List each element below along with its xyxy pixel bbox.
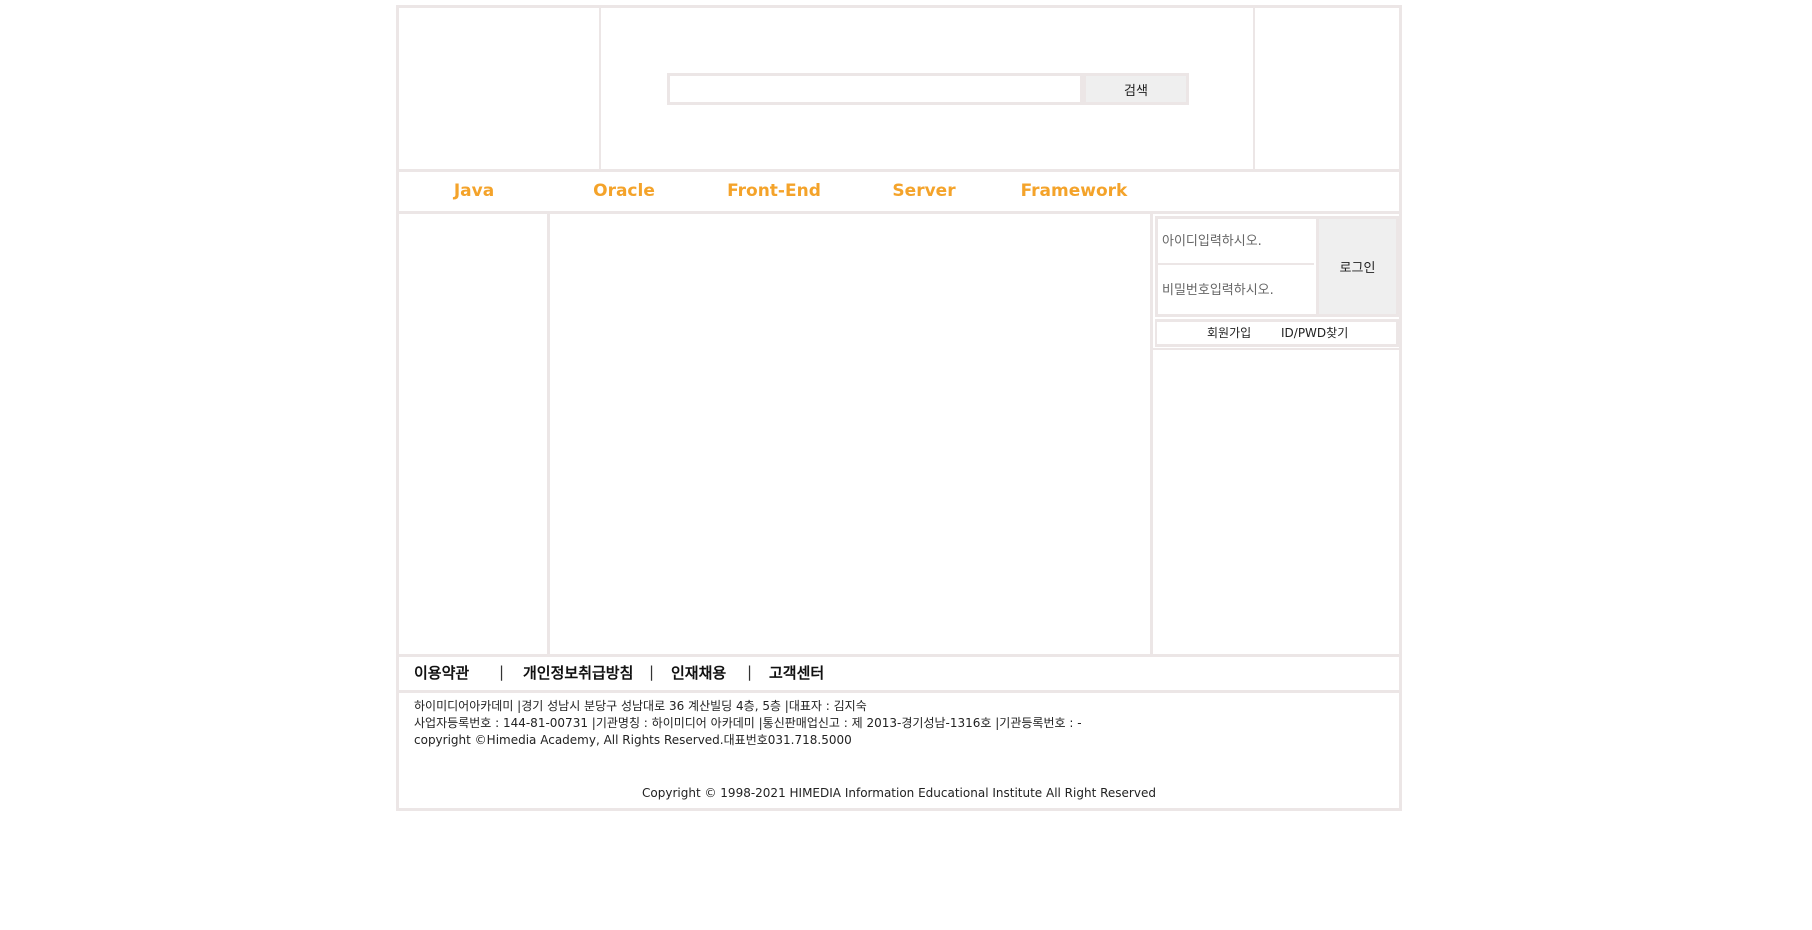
logo-area [399,8,601,169]
search-button[interactable]: 검색 [1083,73,1189,105]
login-form: 로그인 [1155,216,1399,317]
footer-info-line: 사업자등록번호 : 144-81-00731 |기관명칭 : 하이미디어 아카데… [414,716,1082,730]
divider [1153,348,1399,350]
footer-info-line: 하이미디어아카데미 |경기 성남시 분당구 성남대로 36 계산빌딩 4층, 5… [414,699,867,713]
footer-separator: | [499,663,505,681]
footer-company-info: 하이미디어아카데미 |경기 성남시 분당구 성남대로 36 계산빌딩 4층, 5… [414,698,1394,749]
nav-item-framework[interactable]: Framework [999,172,1149,211]
login-button[interactable]: 로그인 [1316,219,1396,314]
nav-item-front-end[interactable]: Front-End [699,172,849,211]
footer-link-privacy[interactable]: 개인정보취급방침 [523,657,633,690]
search-area: 검색 [601,8,1255,169]
nav-item-java[interactable]: Java [399,172,549,211]
footer-link-careers[interactable]: 인재채용 [671,657,726,690]
main-nav: Java Oracle Front-End Server Framework [399,172,1399,214]
member-links: 회원가입 ID/PWD찾기 [1155,319,1399,347]
copyright-text: Copyright © 1998-2021 HIMEDIA Informatio… [642,786,1156,800]
footer-separator: | [649,663,655,681]
right-sidebar: 로그인 회원가입 ID/PWD찾기 [1153,214,1399,654]
main-content [550,214,1153,654]
footer-links: 이용약관 | 개인정보취급방침 | 인재채용 | 고객센터 [399,654,1399,693]
find-account-link[interactable]: ID/PWD찾기 [1281,322,1348,344]
footer-info-line: copyright ©Himedia Academy, All Rights R… [414,733,852,747]
nav-item-oracle[interactable]: Oracle [549,172,699,211]
footer-link-terms[interactable]: 이용약관 [414,657,469,690]
id-input[interactable] [1158,219,1314,265]
signup-link[interactable]: 회원가입 [1207,322,1251,344]
password-input[interactable] [1158,267,1314,313]
page-container: 검색 Java Oracle Front-End Server Framewor… [396,5,1402,811]
footer-link-support[interactable]: 고객센터 [769,657,824,690]
search-input[interactable] [667,73,1083,105]
header-right-area [1255,8,1399,169]
left-sidebar [399,214,550,654]
header: 검색 [399,8,1399,172]
footer-separator: | [747,663,753,681]
nav-item-server[interactable]: Server [849,172,999,211]
